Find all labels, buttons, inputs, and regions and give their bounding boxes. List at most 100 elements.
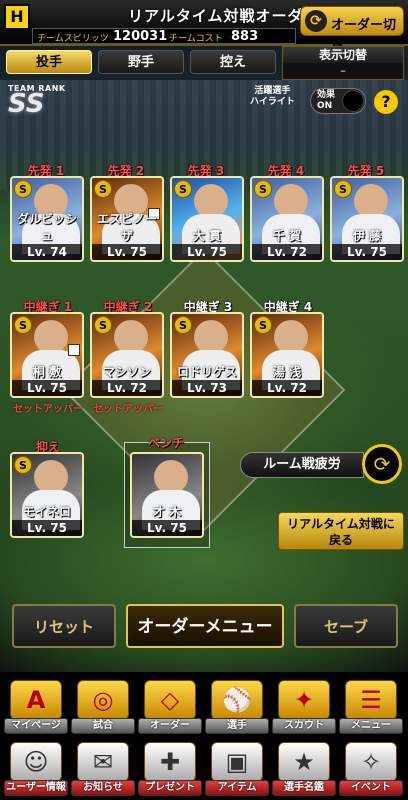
player-portrait — [154, 460, 188, 494]
player-card-reliever-3[interactable]: S ロドリゲス Lv. 73 — [170, 312, 244, 398]
menu-label: オーダー — [138, 718, 202, 734]
effect-label: 効果 — [317, 90, 336, 100]
present-icon: ✚ — [144, 742, 196, 782]
order-menu-button[interactable]: オーダーメニュー — [126, 604, 284, 648]
team-cost-value: 883 — [231, 29, 259, 44]
player-level: Lv. 75 — [332, 244, 402, 260]
order-screen: H リアルタイム対戦オーダー チームスピリッツ 120031 チームコスト 88… — [0, 0, 408, 800]
rarity-badge: S — [94, 316, 112, 334]
player-card-starter-4[interactable]: S 千 賀 Lv. 72 — [250, 176, 324, 262]
menu-item-mypage[interactable]: A マイページ — [4, 678, 68, 734]
display-switch[interactable]: 表示切替 – — [282, 46, 404, 80]
player-card-starter-3[interactable]: S 大 貫 Lv. 75 — [170, 176, 244, 262]
display-switch-label: 表示切替 — [283, 47, 403, 63]
player-level: Lv. 72 — [252, 380, 322, 396]
menu-item-player-directory[interactable]: ★ 選手名鑑 — [272, 740, 336, 796]
menu-item-menu[interactable]: ☰ メニュー — [339, 678, 403, 734]
menu-item-user-info[interactable]: ☺ ユーザー情報 — [4, 740, 68, 796]
player-name: 大 貫 — [192, 229, 222, 243]
player-level: Lv. 72 — [252, 244, 322, 260]
player-portrait — [34, 460, 68, 494]
rarity-badge: S — [174, 316, 192, 334]
event-icon: ✧ — [345, 742, 397, 782]
page-title: リアルタイム対戦オーダー — [128, 7, 320, 25]
menu-label: ユーザー情報 — [4, 780, 68, 796]
player-portrait — [194, 184, 228, 218]
player-card-starter-5[interactable]: S 伊 藤 Lv. 75 — [330, 176, 404, 262]
rarity-badge: S — [14, 180, 32, 198]
save-button[interactable]: セーブ — [294, 604, 398, 648]
effect-toggle[interactable]: 効果 ON — [310, 88, 366, 114]
highlight-label-line1: 活躍選手 — [254, 86, 291, 96]
role-label-setup: セットアッパー — [13, 404, 83, 415]
display-switch-value: – — [340, 64, 346, 77]
home-icon — [68, 344, 80, 356]
player-portrait — [114, 320, 148, 354]
player-card-starter-1[interactable]: S ダルビッシュ Lv. 74 — [10, 176, 84, 262]
player-portrait — [354, 184, 388, 218]
highlight-label: 活躍選手 ハイライト — [250, 86, 295, 108]
team-cost-label: チームコスト — [169, 34, 223, 44]
player-level: Lv. 72 — [92, 380, 162, 396]
rarity-badge: S — [14, 316, 32, 334]
menu-item-present[interactable]: ✚ プレゼント — [138, 740, 202, 796]
match-icon: ◎ — [77, 680, 129, 720]
player-portrait — [194, 320, 228, 354]
menu-label: スカウト — [272, 718, 336, 734]
tab-pitchers[interactable]: 投手 — [6, 50, 92, 74]
player-card-bench[interactable]: 才 木 Lv. 75 — [130, 452, 204, 538]
team-stats-bar: チームスピリッツ 120031 チームコスト 883 — [32, 28, 296, 44]
team-rank: TEAM RANK SS — [8, 84, 66, 119]
player-card-reliever-4[interactable]: S 湯 浅 Lv. 72 — [250, 312, 324, 398]
rarity-badge: S — [254, 316, 272, 334]
players-icon: ⚾ — [211, 680, 263, 720]
menu-item-items[interactable]: ▣ アイテム — [205, 740, 269, 796]
player-name: 才 木 — [152, 505, 182, 519]
menu-item-scout[interactable]: ✦ スカウト — [272, 678, 336, 734]
swap-arrows-icon: ⟳ — [305, 10, 327, 32]
menu-label: お知らせ — [71, 780, 135, 796]
menu-item-news[interactable]: ✉ お知らせ — [71, 740, 135, 796]
menu-label: 選手 — [205, 718, 269, 734]
player-card-closer[interactable]: S モイネロ Lv. 75 — [10, 452, 84, 538]
menu-item-event[interactable]: ✧ イベント — [339, 740, 403, 796]
reset-button[interactable]: リセット — [12, 604, 116, 648]
player-name: 千 賀 — [272, 229, 302, 243]
menu-label: アイテム — [205, 780, 269, 796]
menu-label: イベント — [339, 780, 403, 796]
items-icon: ▣ — [211, 742, 263, 782]
highlight-label-line2: ハイライト — [250, 97, 295, 107]
bench-slot-label: ベンチ — [147, 436, 184, 450]
player-portrait — [274, 184, 308, 218]
room-fatigue-button[interactable]: ルーム戦疲労 — [240, 452, 364, 478]
menu-label: マイページ — [4, 718, 68, 734]
team-logo-icon: H — [4, 4, 30, 30]
room-fatigue-refresh-icon[interactable]: ⟳ — [362, 444, 402, 484]
player-directory-icon: ★ — [278, 742, 330, 782]
rarity-badge: S — [14, 456, 32, 474]
player-name: ダルビッシュ — [16, 212, 77, 243]
tab-fielders[interactable]: 野手 — [98, 50, 184, 74]
menu-item-order[interactable]: ◇ オーダー — [138, 678, 202, 734]
player-level: Lv. 73 — [172, 380, 242, 396]
menu-item-players[interactable]: ⚾ 選手 — [205, 678, 269, 734]
rarity-badge: S — [254, 180, 272, 198]
effect-toggle-text: 効果 ON — [317, 90, 335, 112]
menu-label: メニュー — [339, 718, 403, 734]
player-card-reliever-1[interactable]: S 桐 敷 Lv. 75 — [10, 312, 84, 398]
player-level: Lv. 75 — [172, 244, 242, 260]
user-info-icon: ☺ — [10, 742, 62, 782]
player-card-reliever-2[interactable]: S マシソン Lv. 72 — [90, 312, 164, 398]
order-icon: ◇ — [144, 680, 196, 720]
player-level: Lv. 75 — [132, 520, 202, 536]
player-card-starter-2[interactable]: S エスピノーザ Lv. 75 — [90, 176, 164, 262]
tab-reserves[interactable]: 控え — [190, 50, 276, 74]
team-spirit-value: 120031 — [113, 29, 168, 44]
mypage-icon: A — [10, 680, 62, 720]
effect-state: ON — [317, 101, 333, 111]
menu-item-match[interactable]: ◎ 試合 — [71, 678, 135, 734]
help-icon[interactable]: ? — [374, 90, 398, 114]
back-to-realtime-button[interactable]: リアルタイム対戦に 戻る — [278, 512, 404, 550]
order-switch-button[interactable]: ⟳ オーダー切替 — [300, 6, 404, 52]
toggle-knob — [342, 90, 364, 112]
